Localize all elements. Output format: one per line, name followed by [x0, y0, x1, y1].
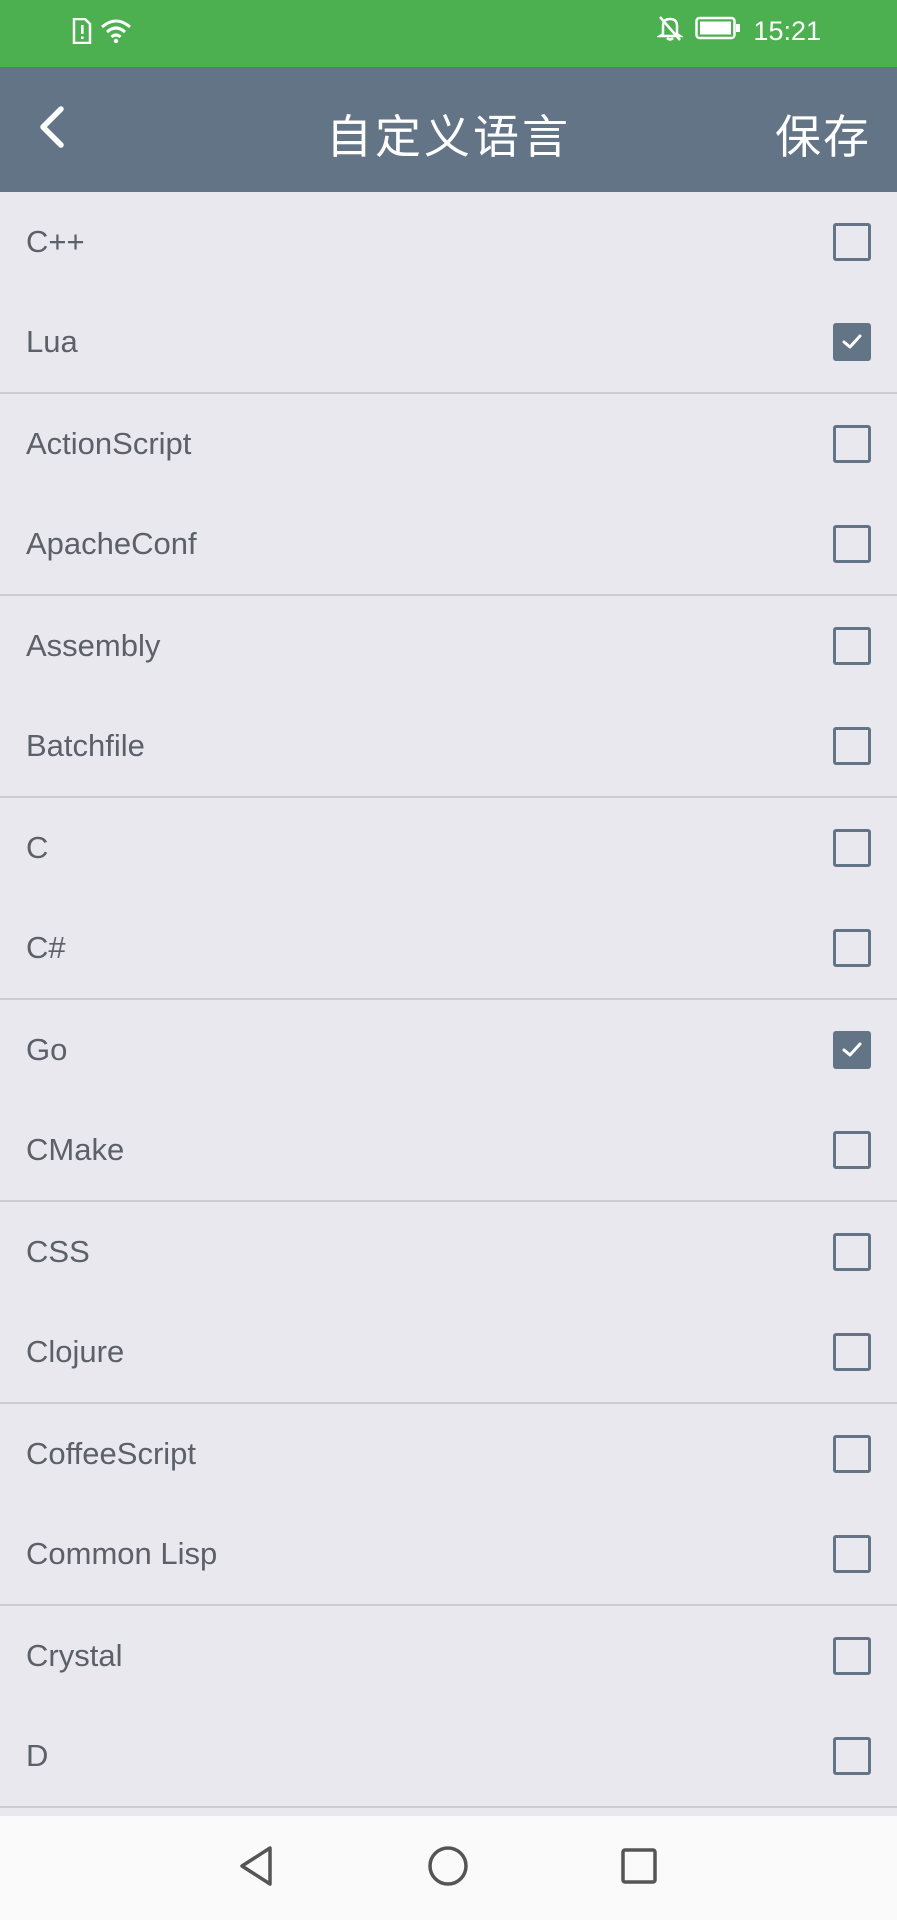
language-checkbox[interactable]: [833, 1737, 871, 1775]
language-label: C#: [26, 930, 66, 965]
page-title: 自定义语言: [326, 110, 571, 164]
language-label: D: [26, 1738, 49, 1773]
language-label: C: [26, 830, 49, 865]
language-label: ActionScript: [26, 426, 192, 461]
list-item[interactable]: CSS: [0, 1202, 897, 1302]
language-checkbox[interactable]: [833, 929, 871, 967]
nav-back-button[interactable]: [230, 1842, 282, 1894]
list-item[interactable]: Crystal: [0, 1606, 897, 1706]
language-label: Lua: [26, 324, 78, 359]
bell-off-icon: [656, 14, 685, 49]
language-checkbox[interactable]: [833, 1233, 871, 1271]
list-item[interactable]: CoffeeScript: [0, 1404, 897, 1504]
list-item[interactable]: Common Lisp: [0, 1504, 897, 1606]
list-item[interactable]: Clojure: [0, 1302, 897, 1404]
list-item[interactable]: Lua: [0, 292, 897, 394]
save-button[interactable]: 保存: [775, 101, 871, 167]
back-triangle-icon: [236, 1844, 276, 1892]
language-checkbox[interactable]: [833, 1637, 871, 1675]
language-label: C++: [26, 224, 85, 259]
language-checkbox[interactable]: [833, 1031, 871, 1069]
nav-home-button[interactable]: [422, 1842, 474, 1894]
status-right-icons: 15:21: [656, 14, 821, 49]
language-checkbox[interactable]: [833, 1131, 871, 1169]
language-checkbox[interactable]: [833, 323, 871, 361]
home-circle-icon: [426, 1844, 470, 1892]
status-bar: 15:21: [0, 0, 897, 67]
language-checkbox[interactable]: [833, 1333, 871, 1371]
language-checkbox[interactable]: [833, 829, 871, 867]
language-label: Assembly: [26, 628, 161, 663]
status-time: 15:21: [753, 16, 821, 46]
language-checkbox[interactable]: [833, 1535, 871, 1573]
list-item[interactable]: C++: [0, 192, 897, 292]
list-item[interactable]: CMake: [0, 1100, 897, 1202]
language-label: Batchfile: [26, 728, 145, 763]
language-label: CoffeeScript: [26, 1436, 197, 1471]
language-checkbox[interactable]: [833, 727, 871, 765]
list-item[interactable]: C: [0, 798, 897, 898]
list-item[interactable]: ApacheConf: [0, 494, 897, 596]
list-item[interactable]: Go: [0, 1000, 897, 1100]
language-checkbox[interactable]: [833, 525, 871, 563]
check-icon: [842, 1042, 862, 1057]
check-icon: [842, 334, 862, 349]
app-bar: 自定义语言 保存: [0, 67, 897, 192]
language-label: CMake: [26, 1132, 125, 1167]
list-item[interactable]: ActionScript: [0, 394, 897, 494]
list-item[interactable]: C#: [0, 898, 897, 1000]
recents-square-icon: [619, 1846, 659, 1890]
list-item[interactable]: Batchfile: [0, 696, 897, 798]
battery-icon: [695, 16, 741, 47]
list-item[interactable]: Assembly: [0, 596, 897, 696]
language-label: Crystal: [26, 1638, 123, 1673]
language-label: Common Lisp: [26, 1536, 218, 1571]
system-nav-bar: [0, 1816, 897, 1920]
language-checkbox[interactable]: [833, 223, 871, 261]
wifi-icon: [100, 18, 132, 48]
language-label: Go: [26, 1032, 68, 1067]
language-label: ApacheConf: [26, 526, 197, 561]
language-checkbox[interactable]: [833, 425, 871, 463]
language-list: C++ Lua ActionScript ApacheConf Assembly Batc…: [0, 192, 897, 1808]
language-label: CSS: [26, 1234, 90, 1269]
status-left-icons: [72, 17, 132, 48]
sim-alert-icon: [72, 17, 92, 48]
language-label: Clojure: [26, 1334, 125, 1369]
language-checkbox[interactable]: [833, 627, 871, 665]
nav-recents-button[interactable]: [613, 1842, 665, 1894]
language-checkbox[interactable]: [833, 1435, 871, 1473]
list-item[interactable]: D: [0, 1706, 897, 1808]
